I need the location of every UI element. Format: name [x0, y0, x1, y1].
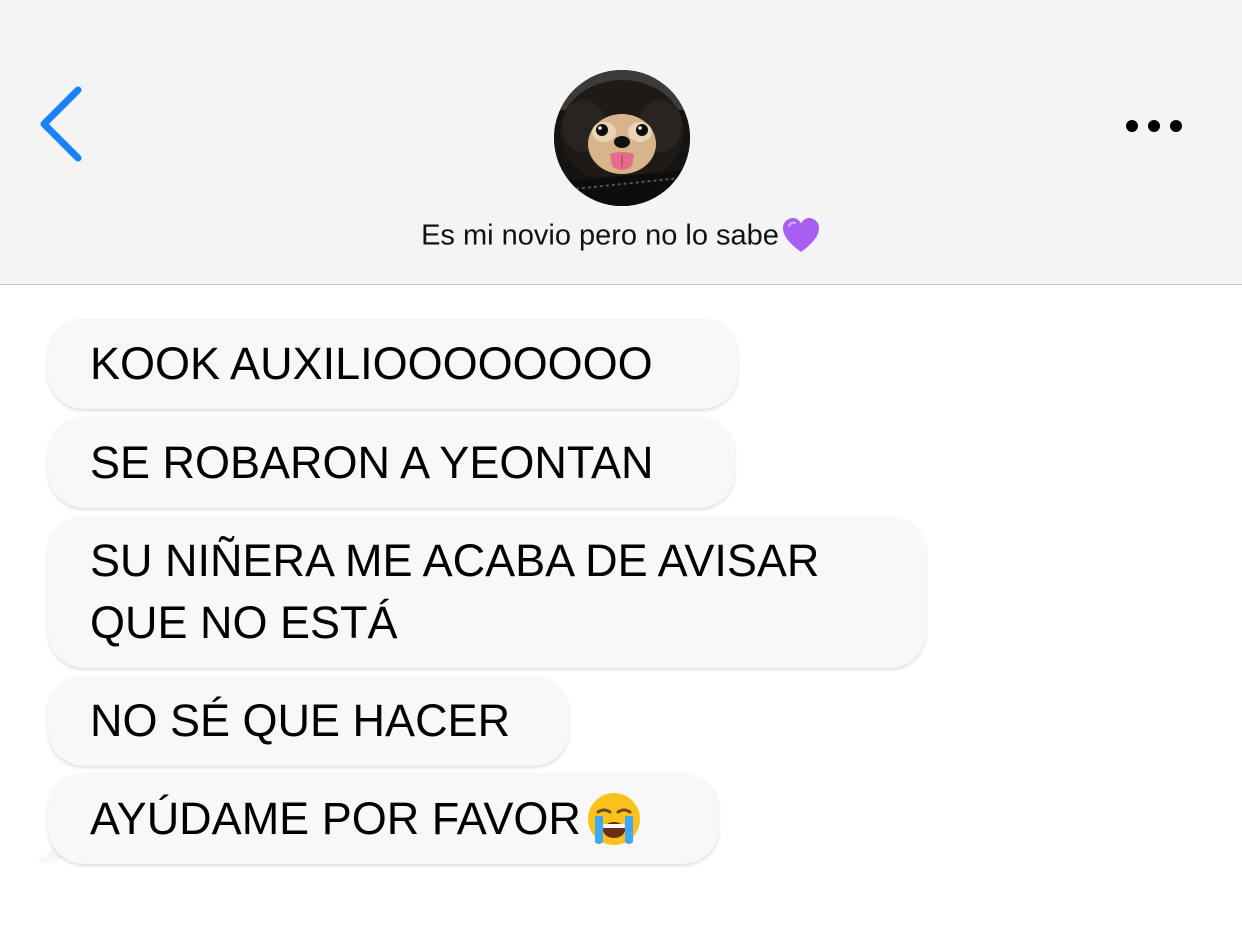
message-bubble: NO SÉ QUE HACER	[48, 675, 569, 766]
chat-header: Es mi novio pero no lo sabe	[0, 0, 1242, 285]
more-options-button[interactable]	[1118, 104, 1198, 148]
back-button[interactable]	[30, 80, 100, 170]
message-text: NO SÉ QUE HACER	[90, 694, 511, 746]
message-bubble: SE ROBARON A YEONTAN	[48, 417, 735, 508]
crying-face-icon	[587, 792, 640, 845]
message-bubble: AYÚDAME POR FAVOR	[48, 773, 719, 864]
more-horizontal-icon	[1126, 120, 1182, 132]
message-row: AYÚDAME POR FAVOR	[90, 788, 677, 850]
contact-name-row[interactable]: Es mi novio pero no lo sabe	[0, 216, 1242, 264]
message-bubble: KOOK AUXILIOOOOOOOO	[48, 318, 738, 409]
contact-avatar[interactable]	[554, 70, 690, 206]
dog-photo	[554, 70, 690, 206]
chevron-left-icon	[40, 86, 82, 162]
message-bubble: SU NIÑERA ME ACABA DE AVISAR QUE NO ESTÁ	[48, 516, 926, 668]
message-text: KOOK AUXILIOOOOOOOO	[90, 337, 653, 389]
purple-heart-icon	[782, 218, 819, 252]
message-text: SU NIÑERA ME ACABA DE AVISAR	[90, 535, 820, 586]
message-text: AYÚDAME POR FAVOR	[90, 792, 581, 844]
message-text: SE ROBARON A YEONTAN	[90, 436, 654, 488]
contact-name: Es mi novio pero no lo sabe	[421, 219, 779, 252]
message-text: QUE NO ESTÁ	[90, 597, 398, 648]
